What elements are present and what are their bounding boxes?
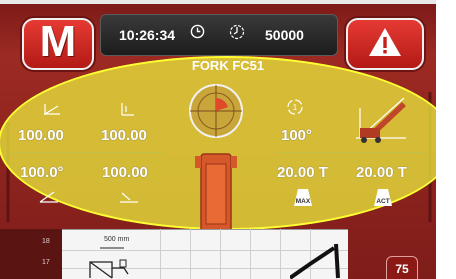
svg-text:1: 1	[293, 103, 298, 112]
rotation-icon: 1	[287, 99, 303, 115]
grid-line	[280, 229, 281, 279]
grid-line	[160, 229, 161, 279]
grid-line	[190, 229, 191, 279]
hour-meter-icon	[229, 24, 245, 40]
left-top-value-2: 100.00	[101, 127, 147, 144]
height-icon	[121, 103, 134, 116]
screen: M 10:26:34 50000 FORK FC51 100.00 100.00…	[0, 0, 456, 279]
status-header: 10:26:34 50000	[100, 14, 338, 56]
clock-time: 10:26:34	[119, 27, 176, 43]
length-icon	[44, 104, 60, 116]
max-load-value: 20.00 T	[277, 164, 328, 181]
left-bottom-value-1: 100.0°	[20, 164, 64, 181]
boom-indicator	[189, 84, 243, 235]
actual-load-label: ACT	[376, 198, 389, 205]
chart-scale-strip	[0, 229, 62, 279]
radius-icon	[120, 192, 138, 203]
telehandler-diagram-icon	[356, 97, 406, 143]
boom-curve-icon	[290, 243, 340, 279]
max-load-icon: MAX	[294, 189, 312, 206]
attachment-title: FORK FC51	[191, 58, 265, 73]
actual-load-value: 20.00 T	[356, 164, 407, 181]
right-divider	[276, 152, 426, 153]
top-edge	[0, 0, 436, 4]
scale-label-17: 17	[42, 259, 50, 266]
scale-unit-label: 500 mm	[104, 236, 130, 243]
left-bottom-value-2: 100.00	[102, 164, 148, 181]
left-top-value-1: 100.00	[18, 127, 64, 144]
angle-icon	[39, 191, 58, 203]
grid-line	[250, 229, 251, 279]
left-divider	[14, 152, 164, 153]
clock-icon	[190, 24, 205, 39]
hour-meter-value: 50000	[265, 27, 304, 43]
actual-load-icon: ACT	[374, 189, 392, 206]
max-load-label: MAX	[296, 198, 311, 205]
grid-line	[220, 229, 221, 279]
rotation-value: 100°	[281, 127, 313, 144]
page-badge[interactable]: 75	[386, 256, 418, 279]
machine-outline-icon	[89, 247, 129, 279]
scale-label-18: 18	[42, 238, 50, 245]
right-margin	[436, 0, 456, 279]
